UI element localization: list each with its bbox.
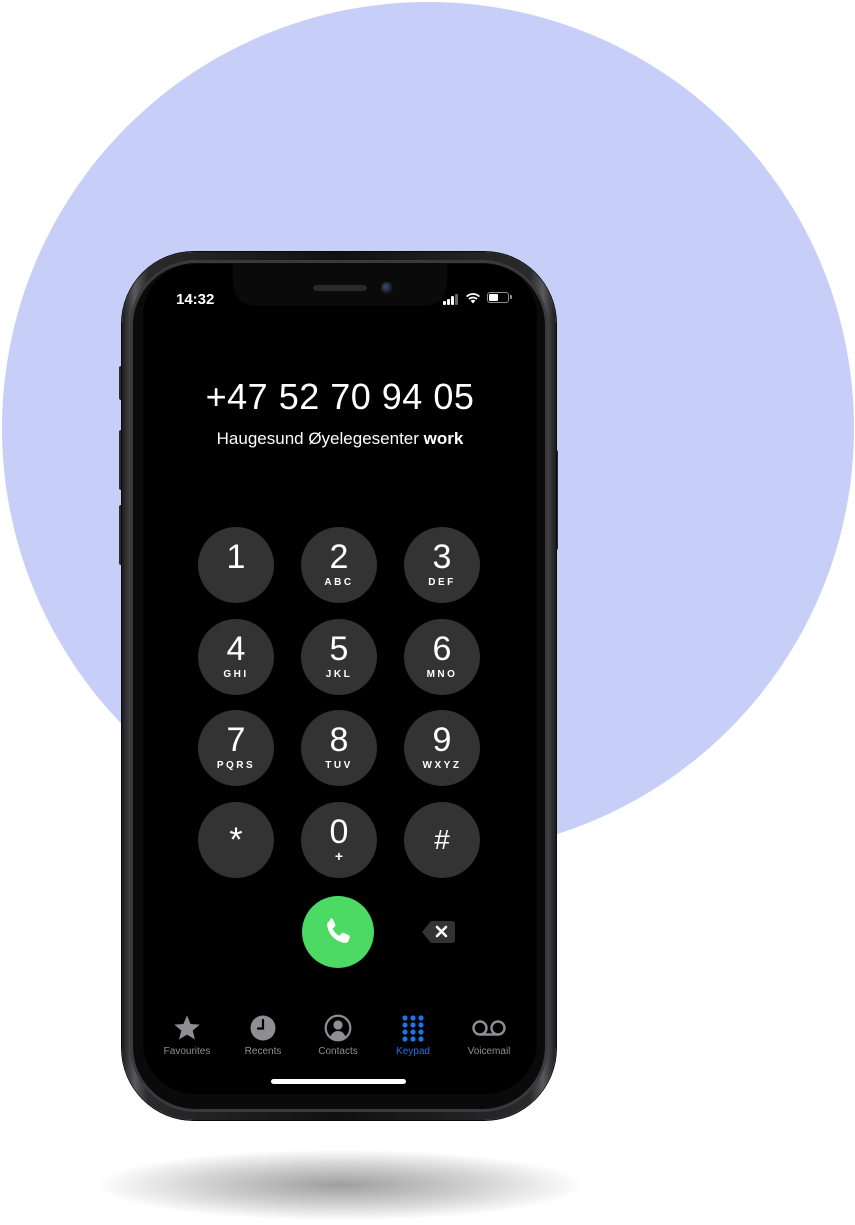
voicemail-icon (472, 1020, 506, 1036)
key-0[interactable]: 0 + (301, 802, 377, 878)
notch (233, 264, 447, 306)
call-button[interactable] (302, 896, 374, 968)
key-9[interactable]: 9 WXYZ (404, 710, 480, 786)
contact-name: Haugesund Øyelegesenter (216, 429, 424, 448)
status-time: 14:32 (176, 291, 215, 308)
dialed-number: +47 52 70 94 05 (205, 376, 475, 417)
clock-icon (250, 1015, 276, 1041)
key-hash[interactable]: # (404, 802, 480, 878)
phone-screen: 14:32 +47 52 70 94 05 Haugesund Øyeleges… (143, 264, 537, 1094)
earpiece-speaker (313, 285, 367, 291)
front-camera (381, 282, 393, 294)
key-3[interactable]: 3 DEF (404, 527, 480, 603)
matched-contact: Haugesund Øyelegesenter work (143, 429, 537, 449)
home-indicator[interactable] (271, 1079, 406, 1084)
key-6[interactable]: 6 MNO (404, 619, 480, 695)
battery-icon (487, 292, 509, 303)
key-7[interactable]: 7 PQRS (198, 710, 274, 786)
phone-handset-icon (327, 918, 350, 943)
key-1[interactable]: 1 (198, 527, 274, 603)
key-star[interactable]: * (198, 802, 274, 878)
backspace-icon (422, 921, 455, 943)
key-8[interactable]: 8 TUV (301, 710, 377, 786)
key-4[interactable]: 4 GHI (198, 619, 274, 695)
wifi-icon (466, 293, 480, 304)
phone-shadow (100, 1150, 580, 1220)
status-icons (443, 291, 513, 305)
delete-button[interactable] (421, 919, 457, 945)
keypad-grid-icon (402, 1015, 424, 1042)
star-icon (174, 1015, 200, 1040)
key-2[interactable]: 2 ABC (301, 527, 377, 603)
contact-label: work (423, 429, 464, 448)
key-5[interactable]: 5 JKL (301, 619, 377, 695)
person-circle-icon (324, 1014, 352, 1042)
